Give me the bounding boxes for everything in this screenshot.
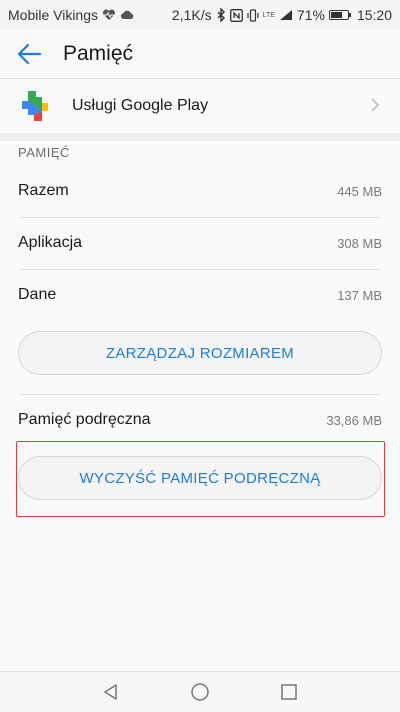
status-right: 2,1K/s LTE 71% 15:20 [172,7,392,23]
cache-label: Pamięć podręczna [18,411,151,428]
signal-icon [279,10,292,20]
navigation-bar [0,671,400,712]
row-label: Dane [18,286,57,303]
clear-cache-button[interactable]: WYCZYŚĆ PAMIĘĆ PODRĘCZNĄ [18,456,382,500]
row-label: Aplikacja [18,234,83,251]
app-info-row[interactable]: Usługi Google Play [0,79,400,133]
battery-level [330,12,342,18]
section-header: PAMIĘĆ [18,145,70,160]
vibrate-icon [246,8,259,22]
storage-row-app: Aplikacja 308 MB [18,218,382,270]
status-bar: Mobile Vikings 2,1K/s LTE 71% 15:20 [0,0,400,30]
row-value: 445 MB [337,184,382,199]
nfc-icon [229,8,243,22]
cache-value: 33,86 MB [326,413,382,428]
app-name: Usługi Google Play [72,97,209,114]
row-label: Razem [18,182,69,199]
nav-home-icon[interactable] [190,682,210,702]
status-left: Mobile Vikings [8,7,134,23]
cache-row: Pamięć podręczna 33,86 MB [18,394,382,447]
storage-row-data: Dane 137 MB [18,270,382,322]
battery-percent: 71% [296,7,325,23]
battery-icon [328,10,351,20]
app-bar: Pamięć [0,30,400,79]
section-divider [0,133,400,141]
chevron-right-icon [371,98,380,112]
clock: 15:20 [356,7,392,23]
manage-size-button[interactable]: ZARZĄDZAJ ROZMIAREM [18,331,382,375]
back-button[interactable] [14,40,46,68]
row-value: 308 MB [337,236,382,251]
nav-recents-icon[interactable] [279,682,299,702]
carrier-name: Mobile Vikings [8,7,99,23]
page-title: Pamięć [63,42,134,65]
network-type: LTE [262,11,275,19]
google-play-services-icon [22,91,48,121]
nav-back-icon[interactable] [101,682,121,702]
cloud-icon [120,10,134,19]
row-value: 137 MB [337,288,382,303]
bluetooth-icon [217,8,225,22]
storage-row-total: Razem 445 MB [18,166,382,218]
arrow-left-icon [17,43,42,65]
heartbeat-icon [103,9,116,20]
network-speed: 2,1K/s [171,7,212,23]
